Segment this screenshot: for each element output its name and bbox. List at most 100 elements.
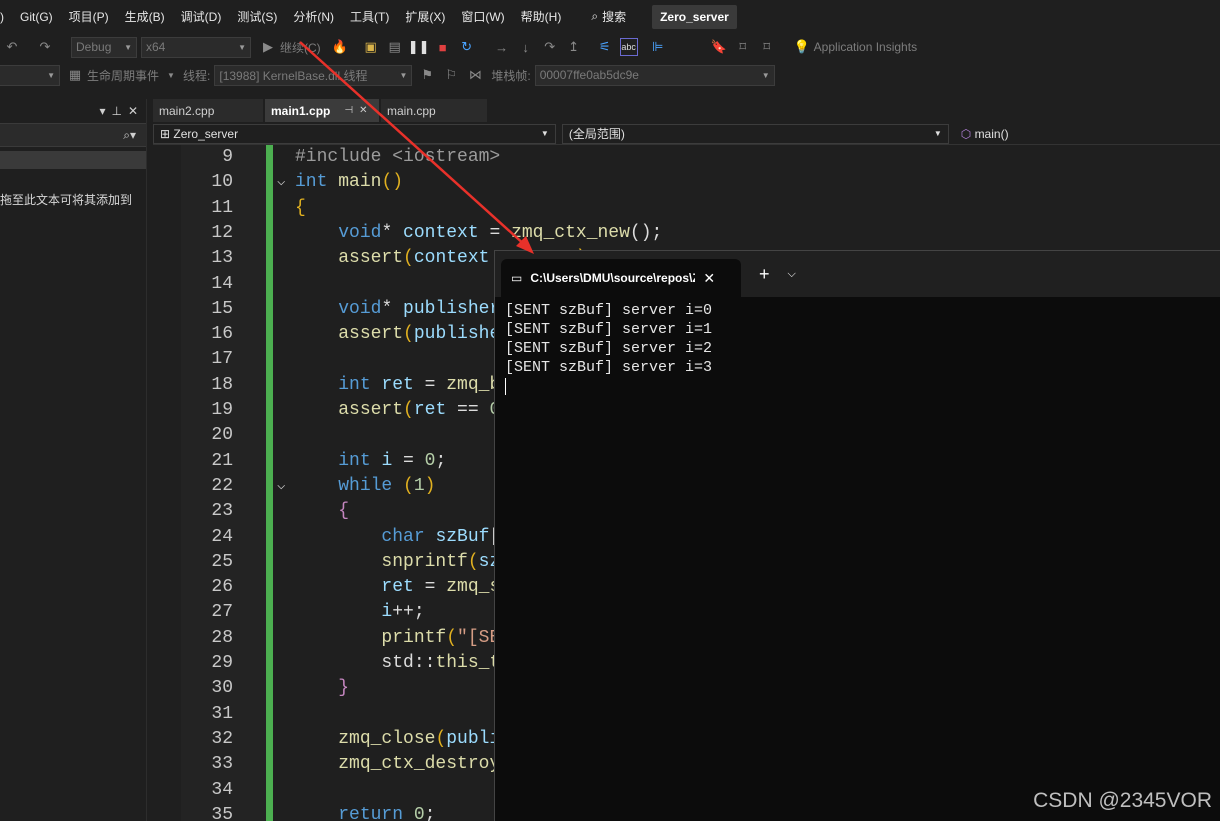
debug-location-toolbar: ▼ ▦ 生命周期事件 ▼ 线程: [13988] KernelBase.dll … xyxy=(0,61,1220,89)
project-select[interactable]: ⊞ Zero_server ▼ xyxy=(153,123,556,144)
stop-icon[interactable]: ■ xyxy=(434,38,452,56)
folder-icon[interactable]: ▣ xyxy=(362,38,380,56)
member-select[interactable]: ⬡ main() xyxy=(954,123,1214,144)
menu-item-project[interactable]: 项目(P) xyxy=(61,8,117,25)
menu-item-file-tail[interactable]: ) xyxy=(0,10,12,24)
thread-value: [13988] KernelBase.dll 线程 xyxy=(219,68,368,83)
scope-select[interactable]: (全局范围) ▼ xyxy=(561,123,949,144)
undo-icon[interactable]: ↶ xyxy=(3,38,21,56)
tab-label: main.cpp xyxy=(387,103,436,118)
show-flagged-icon[interactable]: ⋈ xyxy=(466,66,484,84)
code-line: 11{ xyxy=(211,197,306,218)
thread-label: 线程: xyxy=(183,68,211,83)
search-box[interactable]: ⌕ 搜索 xyxy=(583,8,634,25)
close-icon[interactable]: ✕ xyxy=(359,105,367,116)
menu-item-tools[interactable]: 工具(T) xyxy=(342,8,397,25)
terminal-titlebar: ▭ C:\Users\DMU\source\repos\Z ✕ + ⌵ xyxy=(495,251,1220,297)
hot-reload-icon[interactable]: 🔥 xyxy=(331,38,349,56)
bookmark-icon[interactable]: 🔖 xyxy=(710,38,728,56)
menu-item-analyze[interactable]: 分析(N) xyxy=(285,8,342,25)
chevron-down-icon: ▼ xyxy=(124,42,132,52)
terminal-line: [SENT szBuf] server i=1 xyxy=(505,321,713,338)
chevron-down-icon: ▼ xyxy=(167,70,175,80)
menu-item-extensions[interactable]: 扩展(X) xyxy=(397,8,453,25)
chevron-down-icon: ▼ xyxy=(238,42,246,52)
pin-icon[interactable]: ⊥ xyxy=(111,104,121,118)
breakpoint-list-icon[interactable]: ⊫ xyxy=(649,38,667,56)
terminal-line: [SENT szBuf] server i=2 xyxy=(505,340,713,357)
terminal-prompt xyxy=(505,377,1210,396)
step-over-icon[interactable]: ↷ xyxy=(541,38,559,56)
panel-search-input[interactable]: ⌕▾ xyxy=(0,123,146,147)
terminal-output[interactable]: [SENT szBuf] server i=0 [SENT szBuf] ser… xyxy=(495,297,1220,400)
panel-menu-icon[interactable]: ▾ xyxy=(99,104,105,118)
pin-icon[interactable]: ⊣ xyxy=(344,105,353,116)
menu-item-git[interactable]: Git(G) xyxy=(12,10,61,24)
stack-frame-select[interactable]: 00007ffe0ab5dc9e ▼ xyxy=(534,64,775,86)
watermark: CSDN @2345VOR xyxy=(1033,789,1212,812)
configuration-select[interactable]: Debug ▼ xyxy=(71,36,137,58)
bulb-icon[interactable]: 💡 xyxy=(793,38,811,56)
chevron-down-icon: ▼ xyxy=(399,70,408,80)
solution-name-badge[interactable]: Zero_server xyxy=(652,4,737,29)
search-icon: ⌕ xyxy=(591,9,599,23)
diagnostic-icon[interactable]: ⚟ xyxy=(596,38,614,56)
terminal-tab-title: C:\Users\DMU\source\repos\Z xyxy=(530,271,696,285)
bookmark-prev-icon[interactable]: ⌑ xyxy=(734,38,752,56)
chevron-down-icon[interactable]: ⌵ xyxy=(788,268,796,281)
pause-icon[interactable]: ❚❚ xyxy=(408,38,430,56)
continue-play-icon[interactable]: ▶ xyxy=(259,38,277,56)
search-icon: ⌕▾ xyxy=(123,127,136,142)
menu-item-debug[interactable]: 调试(D) xyxy=(173,8,230,25)
code-line: 9 #include <iostream> xyxy=(222,147,501,167)
menu-item-test[interactable]: 测试(S) xyxy=(229,8,285,25)
tab-main-cpp[interactable]: main.cpp xyxy=(381,99,487,122)
member-value: ⬡ main() xyxy=(960,126,1009,141)
tab-main2-cpp[interactable]: main2.cpp xyxy=(153,99,263,122)
stack-frame-label: 堆栈帧: xyxy=(491,68,531,83)
lifecycle-events-label[interactable]: 生命周期事件 xyxy=(87,67,159,84)
panel-header: ▾ ⊥ ✕ xyxy=(0,99,146,123)
terminal-window[interactable]: ▭ C:\Users\DMU\source\repos\Z ✕ + ⌵ [SEN… xyxy=(494,250,1220,821)
spellcheck-icon[interactable]: abc xyxy=(619,38,638,56)
redo-icon[interactable]: ↷ xyxy=(36,38,54,56)
fold-chevron-icon[interactable]: ⌵ xyxy=(277,474,285,499)
configuration-value: Debug xyxy=(76,40,112,54)
flag-icon[interactable]: ⚑ xyxy=(418,66,436,84)
project-value: ⊞ Zero_server xyxy=(160,126,239,141)
platform-value: x64 xyxy=(146,40,166,54)
panel-group-header[interactable] xyxy=(0,151,146,169)
menu-item-window[interactable]: 窗口(W) xyxy=(453,8,512,25)
scope-value: (全局范围) xyxy=(568,127,625,141)
search-label: 搜索 xyxy=(602,10,627,24)
new-tab-plus-icon[interactable]: + xyxy=(759,264,770,285)
show-next-statement-icon[interactable]: → xyxy=(493,38,511,56)
step-out-icon[interactable]: ↥ xyxy=(565,38,583,56)
code-line: 12 void* context = zmq_ctx_new(); xyxy=(211,222,663,243)
flag-filter-icon[interactable]: ⚐ xyxy=(442,66,460,84)
terminal-icon: ▭ xyxy=(511,271,523,285)
terminal-tab[interactable]: ▭ C:\Users\DMU\source\repos\Z ✕ xyxy=(501,259,741,297)
lifecycle-icon[interactable]: ▦ xyxy=(66,66,84,84)
bookmark-next-icon[interactable]: ⌑ xyxy=(758,38,776,56)
continue-button-label[interactable]: 继续(C) xyxy=(280,39,321,56)
process-select[interactable]: ▼ xyxy=(0,64,60,86)
step-into-icon[interactable]: ↓ xyxy=(517,38,535,56)
toolbox-panel: ▾ ⊥ ✕ ⌕▾ 拖至此文本可将其添加到 xyxy=(0,99,147,821)
thread-select[interactable]: [13988] KernelBase.dll 线程 ▼ xyxy=(214,64,413,86)
menu-item-build[interactable]: 生成(B) xyxy=(117,8,173,25)
chevron-down-icon: ▼ xyxy=(933,129,942,138)
restart-icon[interactable]: ↻ xyxy=(458,38,476,56)
fold-chevron-icon[interactable]: ⌵ xyxy=(277,170,285,195)
close-icon[interactable]: ✕ xyxy=(703,270,715,287)
panel-drop-hint: 拖至此文本可将其添加到 xyxy=(0,193,133,207)
platform-select[interactable]: x64 ▼ xyxy=(141,36,251,58)
layout-icon[interactable]: ▤ xyxy=(386,38,404,56)
stack-frame-value: 00007ffe0ab5dc9e xyxy=(539,68,639,82)
menu-item-help[interactable]: 帮助(H) xyxy=(513,8,570,25)
close-icon[interactable]: ✕ xyxy=(128,104,138,118)
tab-main1-cpp[interactable]: main1.cpp ⊣ ✕ xyxy=(265,99,379,122)
terminal-line: [SENT szBuf] server i=0 xyxy=(505,302,713,319)
application-insights-button[interactable]: Application Insights xyxy=(814,40,917,54)
tab-label: main1.cpp xyxy=(271,103,331,118)
